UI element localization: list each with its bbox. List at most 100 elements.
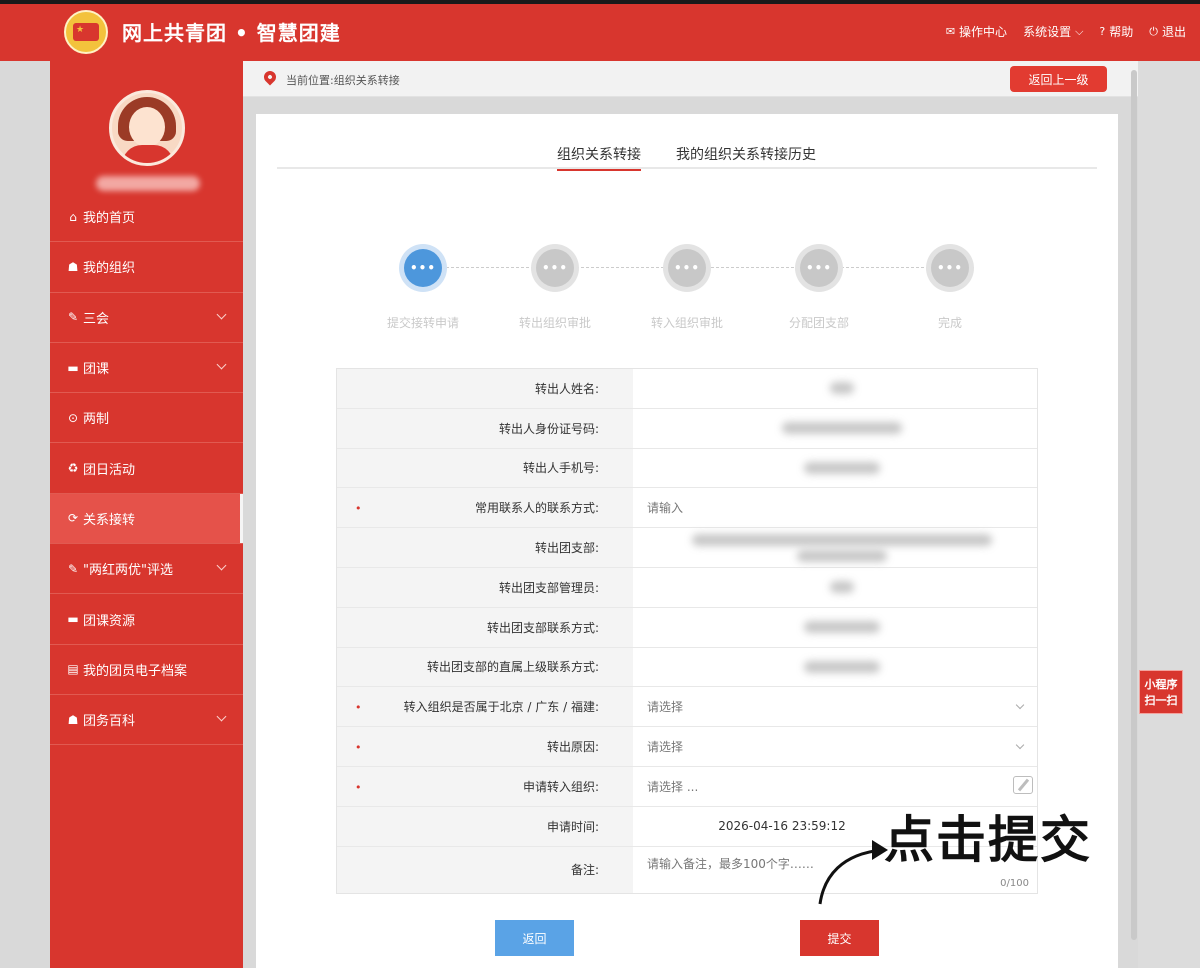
league-logo: [64, 10, 108, 54]
field-label: 常用联系人的联系方式:: [474, 501, 599, 516]
form-row: 转出团支部联系方式:: [337, 607, 1037, 648]
blurred-superior-contact: [804, 660, 880, 673]
step-label: 提交接转申请: [386, 316, 459, 330]
submit-button[interactable]: 提交: [800, 920, 879, 956]
sidebar-item-class-resources[interactable]: ▬ 团课资源: [50, 594, 243, 645]
contact-input[interactable]: 请输入: [633, 488, 1037, 527]
chevron-down-icon: [1015, 740, 1025, 750]
step-label: 分配团支部: [788, 316, 849, 330]
refresh-icon: ⟳: [67, 511, 79, 526]
field-label: 转出人手机号:: [337, 448, 633, 488]
logout-link[interactable]: ⏻ 退出: [1149, 23, 1186, 40]
location-pin-icon: [261, 68, 279, 86]
chevron-down-icon: [1015, 701, 1025, 710]
annotation-arrow-icon: [818, 840, 888, 905]
blurred-admin: [830, 581, 854, 594]
back-button[interactable]: 返回: [495, 920, 574, 956]
chevron-down-icon: [216, 309, 227, 320]
sidebar-item-league-class[interactable]: ▬ 团课: [50, 343, 243, 394]
chevron-down-icon: [216, 560, 227, 571]
folder-icon: ▬: [67, 612, 79, 627]
field-label: 申请转入组织:: [522, 779, 599, 794]
step-label: 转出组织审批: [518, 316, 591, 330]
tab-transfer-history[interactable]: 我的组织关系转接历史: [676, 144, 816, 164]
form-row: 转出人身份证号码:: [337, 408, 1037, 449]
char-counter: 0/100: [1000, 877, 1029, 889]
operation-center-link[interactable]: ✉ 操作中心: [946, 23, 1007, 40]
required-mark: •: [355, 741, 362, 755]
form-row: • 转入组织是否属于北京 / 广东 / 福建: 请选择: [337, 687, 1037, 728]
tab-bar: 组织关系转接 我的组织关系转接历史: [277, 144, 1097, 171]
breadcrumb-bar: 当前位置:组织关系转接 返回上一级: [243, 61, 1138, 97]
mail-icon: ✉: [945, 25, 956, 38]
group-icon: ☗: [67, 712, 79, 727]
blurred-branch-contact: [804, 621, 880, 634]
form-row: 转出团支部管理员:: [337, 567, 1037, 608]
help-link[interactable]: ? 帮助: [1099, 23, 1133, 40]
step-5-circle: •••: [926, 244, 974, 292]
chevron-down-icon: ⌵: [1075, 24, 1084, 38]
top-header: 网上共青团 • 智慧团建 ✉ 操作中心 系统设置 ⌵ ? 帮助 ⏻ 退出: [0, 0, 1200, 61]
field-label: 转入组织是否属于北京 / 广东 / 福建:: [403, 700, 599, 715]
blurred-name: [830, 382, 854, 395]
sidebar: ⌂ 我的首页 ☗ 我的组织 ✎ 三会 ▬ 团课 ⊙ 两制 ♻ 团日活动 ⟳ 关系接转 ✎ "两红…: [50, 61, 243, 968]
step-1-circle: •••: [399, 244, 447, 292]
form-row: 转出人手机号:: [337, 448, 1037, 489]
sidebar-item-three-meetings[interactable]: ✎ 三会: [50, 293, 243, 343]
folder-icon: ▬: [67, 360, 79, 375]
chevron-down-icon: [216, 359, 227, 370]
page-scrollbar[interactable]: [1131, 70, 1137, 940]
field-label: 转出团支部:: [337, 528, 633, 567]
form-row: • 常用联系人的联系方式: 请输入: [337, 488, 1037, 529]
sidebar-item-home[interactable]: ⌂ 我的首页: [50, 192, 243, 243]
field-label: 转出团支部的直属上级联系方式:: [337, 647, 633, 687]
progress-steps: ••• ••• ••• ••• ••• 提交接转申请 转出组织审批 转入组织审批…: [256, 244, 1118, 334]
home-icon: ⌂: [69, 209, 77, 224]
form-row: 转出团支部的直属上级联系方式:: [337, 647, 1037, 688]
target-org-picker[interactable]: 请选择 ...: [633, 767, 1037, 806]
chevron-down-icon: [216, 711, 227, 722]
top-nav: ✉ 操作中心 系统设置 ⌵ ? 帮助 ⏻ 退出: [946, 23, 1186, 40]
system-settings-dropdown[interactable]: 系统设置 ⌵: [1023, 23, 1083, 40]
back-to-parent-button[interactable]: 返回上一级: [1010, 66, 1107, 92]
edit-icon: ✎: [67, 561, 79, 576]
sidebar-item-two-systems[interactable]: ⊙ 两制: [50, 393, 243, 444]
form-row: 转出人姓名:: [337, 369, 1037, 409]
field-label: 转出团支部联系方式:: [337, 607, 633, 647]
field-label: 转出人身份证号码:: [337, 408, 633, 448]
step-3-circle: •••: [663, 244, 711, 292]
step-2-circle: •••: [531, 244, 579, 292]
edit-icon[interactable]: [1013, 775, 1033, 794]
blurred-branch: [692, 533, 992, 546]
required-mark: •: [355, 780, 362, 794]
step-label: 转入组织审批: [650, 316, 723, 330]
form-row: • 转出原因: 请选择: [337, 727, 1037, 767]
username-blurred: [96, 176, 200, 191]
sidebar-item-encyclopedia[interactable]: ☗ 团务百科: [50, 695, 243, 746]
form-row: • 申请转入组织: 请选择 ...: [337, 766, 1037, 807]
step-4-circle: •••: [795, 244, 843, 292]
sidebar-item-evaluation[interactable]: ✎ "两红两优"评选: [50, 544, 243, 595]
required-mark: •: [355, 502, 362, 516]
tab-transfer[interactable]: 组织关系转接: [557, 144, 641, 171]
blurred-phone: [804, 461, 880, 474]
right-gutter: [1138, 61, 1200, 968]
sidebar-item-my-org[interactable]: ☗ 我的组织: [50, 242, 243, 293]
sidebar-item-transfer[interactable]: ⟳ 关系接转: [50, 493, 243, 545]
edit-icon: ✎: [67, 310, 79, 325]
reason-select[interactable]: 请选择: [633, 727, 1037, 766]
blurred-id-number: [782, 422, 902, 435]
mini-program-qr-button[interactable]: 小程序 扫一扫: [1139, 670, 1183, 714]
avatar[interactable]: [109, 90, 185, 166]
sidebar-menu: ⌂ 我的首页 ☗ 我的组织 ✎ 三会 ▬ 团课 ⊙ 两制 ♻ 团日活动 ⟳ 关系接转 ✎ "两红…: [50, 192, 243, 746]
required-mark: •: [355, 701, 362, 715]
field-label: 转出人姓名:: [337, 369, 633, 408]
step-label: 完成: [937, 316, 962, 330]
field-label: 转出原因:: [546, 740, 599, 755]
field-label: 申请时间:: [337, 806, 633, 846]
sidebar-item-e-archive[interactable]: ▤ 我的团员电子档案: [50, 645, 243, 695]
field-label: 备注:: [337, 846, 633, 893]
help-icon: ?: [1099, 25, 1106, 38]
region-select[interactable]: 请选择: [633, 687, 1037, 726]
sidebar-item-league-day[interactable]: ♻ 团日活动: [50, 443, 243, 494]
